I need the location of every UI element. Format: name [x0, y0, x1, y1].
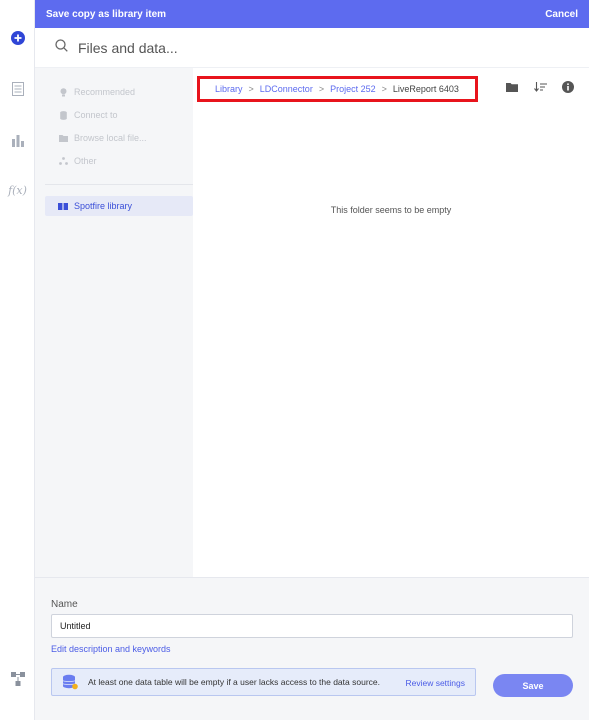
breadcrumb-item-ldconnector[interactable]: LDConnector: [260, 84, 313, 94]
nav-item-label: Browse local file...: [74, 133, 147, 143]
nav-divider: [45, 184, 193, 185]
dialog-title: Save copy as library item: [46, 8, 167, 20]
browser-body: Recommended Connect to Browse local file…: [35, 68, 589, 577]
database-icon: [58, 110, 68, 120]
breadcrumb-separator: >: [248, 84, 254, 94]
cancel-button[interactable]: Cancel: [545, 9, 578, 20]
save-footer: Name Edit description and keywords At le…: [35, 577, 589, 720]
function-icon[interactable]: f(x): [0, 184, 35, 197]
book-icon: [58, 202, 68, 210]
breadcrumb-item-library[interactable]: Library: [215, 84, 243, 94]
search-input[interactable]: Files and data...: [78, 40, 178, 56]
name-field[interactable]: [51, 614, 573, 638]
nav-item-label: Recommended: [74, 87, 136, 97]
breadcrumb-item-project[interactable]: Project 252: [330, 84, 376, 94]
breadcrumb-current: LiveReport 6403: [392, 84, 459, 94]
name-label: Name: [51, 599, 78, 610]
save-library-dialog: Save copy as library item Cancel Files a…: [35, 0, 589, 720]
dialog-titlebar: Save copy as library item Cancel: [35, 0, 589, 28]
sort-icon[interactable]: [533, 80, 547, 94]
warning-text: At least one data table will be empty if…: [88, 677, 380, 687]
search-icon: [55, 38, 68, 57]
folder-icon: [58, 134, 68, 142]
lightbulb-icon: [58, 87, 68, 97]
nav-item-connect-to[interactable]: Connect to: [45, 105, 193, 125]
save-button[interactable]: Save: [493, 674, 573, 697]
dots-icon: [58, 157, 68, 165]
info-icon[interactable]: [561, 80, 575, 94]
new-folder-icon[interactable]: [505, 80, 519, 94]
visualizations-icon[interactable]: [0, 133, 35, 147]
folder-content: Library > LDConnector > Project 252 > Li…: [193, 68, 589, 577]
nav-item-label: Other: [74, 156, 97, 166]
content-toolbar: [505, 80, 575, 94]
database-warning-icon: [52, 674, 88, 690]
nav-item-browse-local[interactable]: Browse local file...: [45, 128, 193, 148]
app-rail: f(x): [0, 0, 35, 720]
nav-item-recommended[interactable]: Recommended: [45, 82, 193, 102]
review-settings-link[interactable]: Review settings: [405, 678, 465, 688]
breadcrumb: Library > LDConnector > Project 252 > Li…: [197, 76, 478, 102]
data-table-icon[interactable]: [0, 82, 35, 96]
edit-description-link[interactable]: Edit description and keywords: [51, 644, 171, 654]
empty-folder-message: This folder seems to be empty: [330, 205, 452, 215]
access-warning-banner: At least one data table will be empty if…: [51, 668, 476, 696]
breadcrumb-separator: >: [381, 84, 387, 94]
add-icon[interactable]: [0, 31, 35, 45]
nav-item-spotfire-library[interactable]: Spotfire library: [45, 196, 193, 216]
search-bar[interactable]: Files and data...: [35, 28, 589, 68]
nav-item-label: Connect to: [74, 110, 118, 120]
source-nav: Recommended Connect to Browse local file…: [35, 68, 193, 577]
nav-item-label: Spotfire library: [74, 201, 133, 211]
nav-item-other[interactable]: Other: [45, 151, 193, 171]
breadcrumb-separator: >: [318, 84, 325, 94]
data-canvas-icon[interactable]: [0, 672, 35, 686]
